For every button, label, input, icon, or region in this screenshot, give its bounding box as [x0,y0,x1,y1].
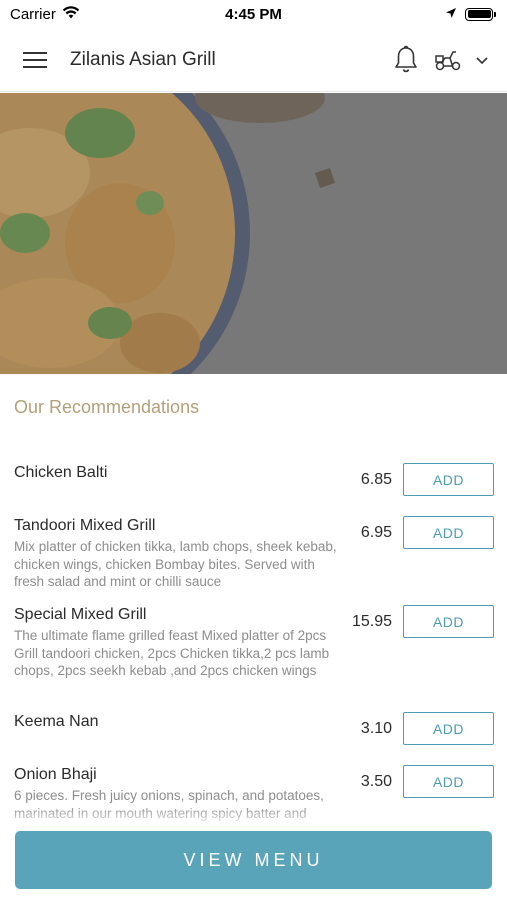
app-title: Zilanis Asian Grill [70,48,216,70]
add-button[interactable]: ADD [403,765,494,798]
item-price: 6.85 [360,471,392,488]
bell-icon [395,45,417,72]
status-bar: Carrier 4:45 PM [0,0,507,28]
add-button[interactable]: ADD [403,463,494,496]
hero-image [0,93,507,374]
status-right [445,6,496,23]
app-header: Zilanis Asian Grill [0,28,507,92]
menu-item: Tandoori Mixed Grill Mix platter of chic… [0,508,507,597]
battery-icon [465,7,496,21]
hamburger-icon [23,51,47,68]
menu-item: Special Mixed Grill The ultimate flame g… [0,597,507,704]
recommendations-list: Chicken Balti 6.85 ADD Tandoori Mixed Gr… [0,455,507,837]
chevron-down-icon [476,56,488,64]
item-description: The ultimate flame grilled feast Mixed p… [14,628,330,678]
carrier-label: Carrier [10,5,56,23]
item-name: Chicken Balti [14,464,108,481]
item-description: Mix platter of chicken tikka, lamb chops… [14,539,337,589]
notifications-button[interactable] [393,45,419,75]
menu-item: Keema Nan 3.10 ADD [0,704,507,757]
item-price: 3.10 [360,720,392,737]
view-menu-button[interactable]: VIEW MENU [15,831,492,889]
delivery-scooter-icon [435,50,461,70]
hamburger-menu-button[interactable] [0,28,70,92]
item-name: Tandoori Mixed Grill [14,517,156,534]
item-name: Onion Bhaji [14,766,97,783]
add-button[interactable]: ADD [403,712,494,745]
curry-dish-illustration [0,93,507,374]
menu-item: Chicken Balti 6.85 ADD [0,455,507,508]
status-left: Carrier [10,6,80,23]
item-name: Keema Nan [14,713,99,730]
item-price: 3.50 [360,773,392,790]
order-mode-selector[interactable] [433,48,489,72]
item-description: 6 pieces. Fresh juicy onions, spinach, a… [14,788,324,821]
item-price: 15.95 [351,613,392,630]
item-name: Special Mixed Grill [14,606,147,623]
item-price: 6.95 [360,524,392,541]
add-button[interactable]: ADD [403,516,494,549]
wifi-icon [62,5,80,23]
location-arrow-icon [445,6,457,23]
add-button[interactable]: ADD [403,605,494,638]
section-title: Our Recommendations [14,397,200,417]
header-actions [393,45,507,75]
menu-item: Onion Bhaji 6 pieces. Fresh juicy onions… [0,757,507,837]
